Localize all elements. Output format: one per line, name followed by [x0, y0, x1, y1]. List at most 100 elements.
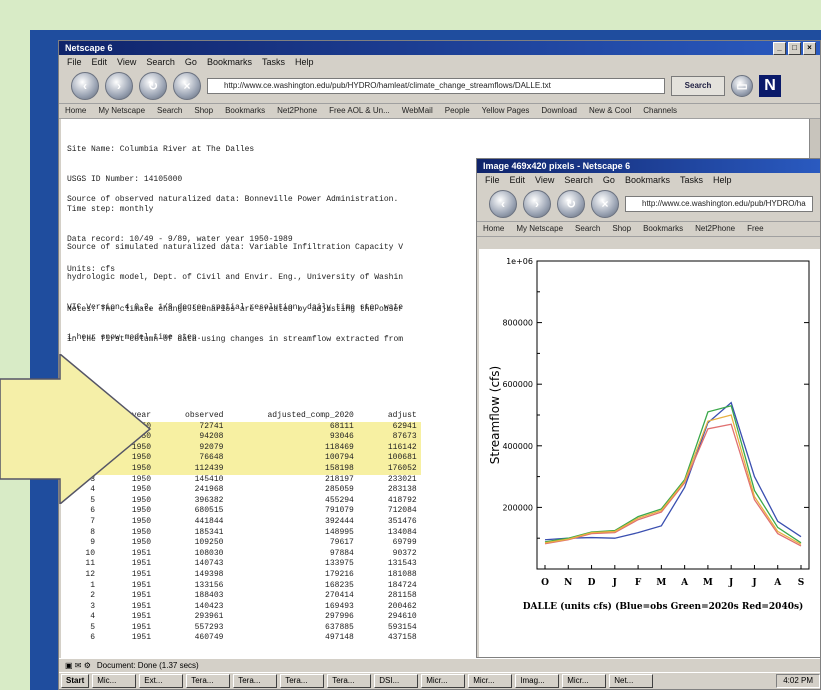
- personal-link-webmail[interactable]: WebMail: [402, 104, 433, 118]
- reload-button[interactable]: ↻: [139, 72, 167, 100]
- menu-go[interactable]: Go: [185, 55, 197, 69]
- taskbar-item[interactable]: Micr...: [421, 674, 466, 688]
- popup-forward-button[interactable]: ›: [523, 190, 551, 218]
- popup-back-button[interactable]: ‹: [489, 190, 517, 218]
- popup-stop-button[interactable]: ×: [591, 190, 619, 218]
- series-line: [544, 401, 802, 541]
- table-row: 6 1950 680515 791079 712084: [67, 506, 421, 517]
- personal-link-shop[interactable]: Shop: [194, 104, 213, 118]
- personal-link-yellow-pages[interactable]: Yellow Pages: [482, 104, 530, 118]
- popup-reload-button[interactable]: ↻: [557, 190, 585, 218]
- x-axis-label: DALLE (units cfs) (Blue=obs Green=2020s …: [523, 601, 804, 612]
- start-button[interactable]: Start: [61, 674, 90, 688]
- close-button[interactable]: ×: [803, 42, 816, 55]
- table-cell: 285059: [325, 485, 354, 495]
- print-button[interactable]: ▭: [731, 75, 753, 97]
- stop-button[interactable]: ×: [173, 72, 201, 100]
- menu-bookmarks[interactable]: Bookmarks: [207, 55, 252, 69]
- search-label: Search: [684, 81, 712, 90]
- popup-link-free[interactable]: Free: [747, 222, 763, 236]
- table-cell: 7: [90, 516, 96, 526]
- main-title-bar: Netscape 6 _ □ ×: [59, 41, 820, 55]
- menu-search[interactable]: Search: [146, 55, 175, 69]
- x-tick-label: J: [728, 578, 733, 588]
- table-cell: 158198: [325, 463, 354, 473]
- maximize-button[interactable]: □: [788, 42, 801, 55]
- personal-link-search[interactable]: Search: [157, 104, 182, 118]
- table-cell: 118469: [325, 442, 354, 452]
- taskbar-item[interactable]: Micr...: [562, 674, 607, 688]
- x-tick-label: F: [635, 578, 642, 588]
- popup-menu-file[interactable]: File: [485, 173, 500, 187]
- menu-edit[interactable]: Edit: [92, 55, 108, 69]
- popup-link-search[interactable]: Search: [575, 222, 600, 236]
- status-text: Document: Done (1.37 secs): [96, 661, 199, 670]
- taskbar-item[interactable]: Tera...: [327, 674, 372, 688]
- table-row: 9 1950 109250 79617 69799: [67, 538, 421, 549]
- taskbar-item[interactable]: Tera...: [186, 674, 231, 688]
- search-button[interactable]: Search: [671, 76, 725, 96]
- menu-view[interactable]: View: [117, 55, 136, 69]
- back-button[interactable]: ‹: [71, 72, 99, 100]
- personal-link-net2phone[interactable]: Net2Phone: [277, 104, 317, 118]
- popup-menu-help[interactable]: Help: [713, 173, 732, 187]
- popup-url-input[interactable]: http://www.ce.washington.edu/pub/HYDRO/h…: [625, 196, 813, 212]
- table-cell: 133156: [194, 580, 224, 590]
- personal-link-people[interactable]: People: [445, 104, 470, 118]
- taskbar-item[interactable]: Net...: [609, 674, 654, 688]
- col-adjusted-2040: adjust: [387, 411, 417, 420]
- personal-link-channels[interactable]: Channels: [643, 104, 677, 118]
- col-observed: observed: [185, 411, 224, 420]
- taskbar-item[interactable]: DSI...: [374, 674, 419, 688]
- taskbar-item[interactable]: Mic...: [92, 674, 137, 688]
- popup-link-home[interactable]: Home: [483, 222, 504, 236]
- table-cell: 455294: [325, 495, 354, 505]
- popup-link-shop[interactable]: Shop: [612, 222, 631, 236]
- popup-menu-go[interactable]: Go: [603, 173, 615, 187]
- table-cell: 169493: [325, 601, 354, 611]
- personal-link-download[interactable]: Download: [541, 104, 577, 118]
- popup-menu-search[interactable]: Search: [564, 173, 593, 187]
- table-cell: 2: [90, 591, 96, 601]
- minimize-button[interactable]: _: [773, 42, 786, 55]
- personal-link-bookmarks[interactable]: Bookmarks: [225, 104, 265, 118]
- url-input[interactable]: http://www.ce.washington.edu/pub/HYDRO/h…: [207, 78, 665, 94]
- table-cell: 176052: [387, 463, 417, 473]
- observed-source-text: Source of observed naturalized data: Bon…: [67, 195, 399, 204]
- taskbar-item[interactable]: Imag...: [515, 674, 560, 688]
- table-cell: 1950: [131, 527, 152, 537]
- personal-link-my-netscape[interactable]: My Netscape: [98, 104, 145, 118]
- taskbar-item[interactable]: Tera...: [280, 674, 325, 688]
- table-row: 11 1951 140743 133975 131543: [67, 559, 421, 570]
- personal-link-home[interactable]: Home: [65, 104, 86, 118]
- netscape-logo-icon[interactable]: N: [759, 75, 781, 97]
- table-cell: 1951: [131, 548, 152, 558]
- source-line: hydrologic model, Dept. of Civil and Env…: [67, 273, 404, 282]
- popup-menu-view[interactable]: View: [535, 173, 554, 187]
- table-cell: 1951: [131, 580, 152, 590]
- popup-link-my-netscape[interactable]: My Netscape: [516, 222, 563, 236]
- taskbar-item[interactable]: Ext...: [139, 674, 184, 688]
- menu-tasks[interactable]: Tasks: [262, 55, 285, 69]
- popup-menu-tasks[interactable]: Tasks: [680, 173, 703, 187]
- forward-button[interactable]: ›: [105, 72, 133, 100]
- popup-link-net2phone[interactable]: Net2Phone: [695, 222, 735, 236]
- x-tick-label: A: [773, 578, 782, 588]
- personal-link-free-aol[interactable]: Free AOL & Un...: [329, 104, 390, 118]
- table-cell: 233021: [387, 474, 417, 484]
- x-tick-label: S: [798, 578, 805, 588]
- menu-file[interactable]: File: [67, 55, 82, 69]
- table-cell: 294610: [387, 612, 417, 622]
- table-cell: 497148: [325, 633, 354, 643]
- table-cell: 134084: [387, 527, 417, 537]
- popup-window-title: Image 469x420 pixels - Netscape 6: [483, 161, 631, 171]
- personal-link-new-cool[interactable]: New & Cool: [589, 104, 631, 118]
- popup-link-bookmarks[interactable]: Bookmarks: [643, 222, 683, 236]
- table-cell: 637885: [325, 622, 354, 632]
- taskbar-item[interactable]: Micr...: [468, 674, 513, 688]
- taskbar-item[interactable]: Tera...: [233, 674, 278, 688]
- table-cell: 11: [85, 559, 96, 569]
- popup-menu-edit[interactable]: Edit: [510, 173, 526, 187]
- menu-help[interactable]: Help: [295, 55, 314, 69]
- popup-menu-bookmarks[interactable]: Bookmarks: [625, 173, 670, 187]
